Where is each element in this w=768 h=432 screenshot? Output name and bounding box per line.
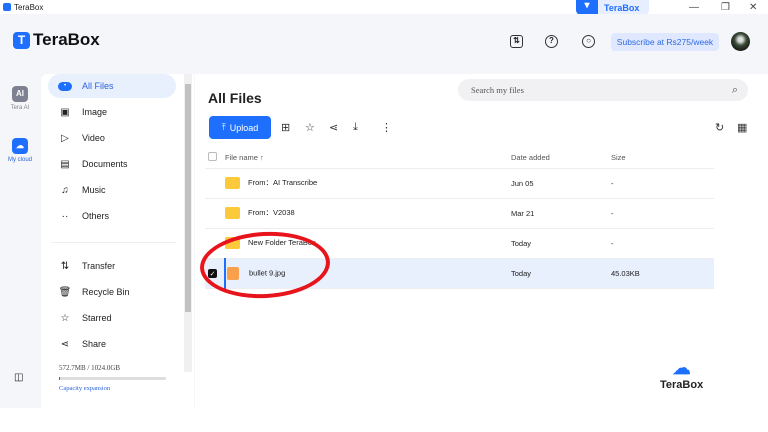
file-size: 45.03KB [611, 258, 714, 289]
nav-label: Transfer [82, 261, 116, 271]
nav-label: Others [82, 211, 110, 221]
storage-bar [59, 377, 166, 380]
transfer-icon: ⇅ [60, 260, 70, 272]
new-folder-icon[interactable]: ⊞ [281, 121, 290, 134]
all-files-icon: • [58, 81, 72, 91]
terabox-tab[interactable]: ▾ TeraBox [576, 0, 649, 15]
more-icon[interactable]: ⋮ [381, 121, 392, 134]
upload-label: Upload [229, 122, 259, 133]
nav-label: Share [82, 339, 107, 349]
avatar[interactable] [731, 32, 750, 51]
storage-text: 572.7MB / 1024.0GB [59, 364, 121, 372]
search-placeholder: Search my files [471, 85, 524, 95]
star-icon: ☆ [60, 312, 70, 324]
sidebar-item-documents[interactable]: ▤ Documents [48, 152, 176, 176]
watermark-text: TeraBox [660, 379, 704, 391]
logo-icon: T [13, 31, 30, 49]
page-title: All Files [208, 90, 262, 106]
ai-icon: AI [12, 86, 28, 102]
file-date: Today [511, 258, 611, 289]
rail-my-cloud[interactable]: ☁ My cloud [5, 138, 35, 163]
document-icon: ▤ [60, 158, 70, 170]
nav-label: Music [82, 185, 106, 195]
upload-icon: ⤒ [221, 122, 226, 132]
rail-label: Tera AI [10, 105, 30, 111]
column-size[interactable]: Size [611, 148, 714, 169]
logo-text: TeraBox [33, 30, 100, 49]
download-icon[interactable]: ⤓ [353, 121, 358, 134]
sidebar-item-transfer[interactable]: ⇅ Transfer [48, 254, 176, 278]
search-input[interactable]: Search my files ⌕ [458, 79, 748, 101]
nav-label: Video [82, 133, 105, 143]
folder-icon [225, 207, 240, 219]
sidebar-item-recycle-bin[interactable]: 🗑 Recycle Bin [48, 280, 176, 304]
image-icon: ▣ [60, 106, 70, 118]
divider [51, 242, 176, 243]
terabox-icon: ▾ [576, 0, 598, 15]
title-bar: TeraBox ▾ TeraBox — ❐ ✕ [0, 0, 768, 15]
terabox-watermark: ☁ TeraBox [660, 358, 703, 391]
others-icon: ·· [61, 210, 69, 222]
sidebar-toggle-icon[interactable]: ◫ [14, 372, 23, 383]
column-file-name[interactable]: File name [225, 153, 258, 162]
scrollbar-thumb[interactable] [185, 84, 191, 312]
folder-icon [225, 177, 240, 189]
minimize-button[interactable]: — [689, 2, 699, 13]
music-icon: ♫ [61, 184, 69, 196]
sidebar: • All Files ▣ Image ▷ Video ▤ Documents ♫ Mus… [41, 74, 194, 408]
select-all-checkbox[interactable] [208, 152, 217, 162]
share-icon[interactable]: ⋖ [329, 121, 338, 134]
cloud-icon: ☁ [12, 138, 28, 154]
sort-arrow-icon[interactable]: ↑ [260, 153, 264, 162]
storage-bar-fill [59, 377, 60, 380]
nav-label: Starred [82, 313, 112, 323]
subscribe-button[interactable]: Subscribe at Rs275/week [611, 33, 719, 51]
file-date: Today [511, 228, 611, 259]
sidebar-item-music[interactable]: ♫ Music [48, 178, 176, 202]
nav-label: Recycle Bin [82, 287, 130, 297]
video-icon: ▷ [61, 132, 69, 144]
nav-label: All Files [82, 81, 114, 91]
nav-label: Documents [82, 159, 128, 169]
file-size: - [611, 198, 714, 229]
rail-label: My cloud [7, 157, 32, 163]
search-icon[interactable]: ⌕ [732, 83, 738, 97]
app-logo-icon [3, 3, 11, 11]
star-icon[interactable]: ☆ [305, 121, 315, 134]
file-size: - [611, 228, 714, 259]
transfer-icon[interactable]: ⇅ [510, 35, 523, 48]
rail-tera-ai[interactable]: AI Tera AI [5, 86, 35, 111]
file-size: - [611, 168, 714, 199]
window-title: TeraBox [14, 3, 44, 12]
table-row[interactable]: From：AI Transcribe Jun 05- [205, 168, 714, 199]
trash-icon: 🗑 [58, 286, 72, 298]
table-row[interactable]: From：V2038 Mar 21- [205, 198, 714, 229]
help-icon[interactable]: ? [545, 35, 558, 48]
sidebar-item-image[interactable]: ▣ Image [48, 100, 176, 124]
table-header: File name ↑ Date added Size [205, 148, 714, 169]
upload-button[interactable]: ⤒ Upload [209, 116, 271, 139]
sidebar-item-video[interactable]: ▷ Video [48, 126, 176, 150]
sidebar-item-others[interactable]: ·· Others [48, 204, 176, 228]
close-button[interactable]: ✕ [749, 2, 757, 13]
nav-label: Image [82, 107, 108, 117]
sidebar-item-starred[interactable]: ☆ Starred [48, 306, 176, 330]
sidebar-scrollbar[interactable] [184, 74, 192, 372]
sidebar-item-share[interactable]: ⋖ Share [48, 332, 176, 356]
file-date: Jun 05 [511, 168, 611, 199]
settings-icon[interactable]: ○ [582, 35, 595, 48]
share-icon: ⋖ [60, 338, 70, 350]
maximize-button[interactable]: ❐ [721, 2, 730, 13]
cloud-upload-icon: ☁ [672, 358, 691, 378]
capacity-expansion-link[interactable]: Capacity expansion [59, 385, 110, 392]
column-date[interactable]: Date added [511, 148, 611, 169]
file-name[interactable]: From：AI Transcribe [248, 178, 317, 187]
tab-label: TeraBox [604, 2, 640, 13]
file-name[interactable]: From：V2038 [248, 208, 295, 217]
file-date: Mar 21 [511, 198, 611, 229]
refresh-icon[interactable]: ↻ [715, 121, 724, 134]
sidebar-item-all-files[interactable]: • All Files [48, 74, 176, 98]
terabox-logo[interactable]: T TeraBox [13, 30, 100, 50]
grid-view-icon[interactable]: ▦ [737, 121, 747, 134]
